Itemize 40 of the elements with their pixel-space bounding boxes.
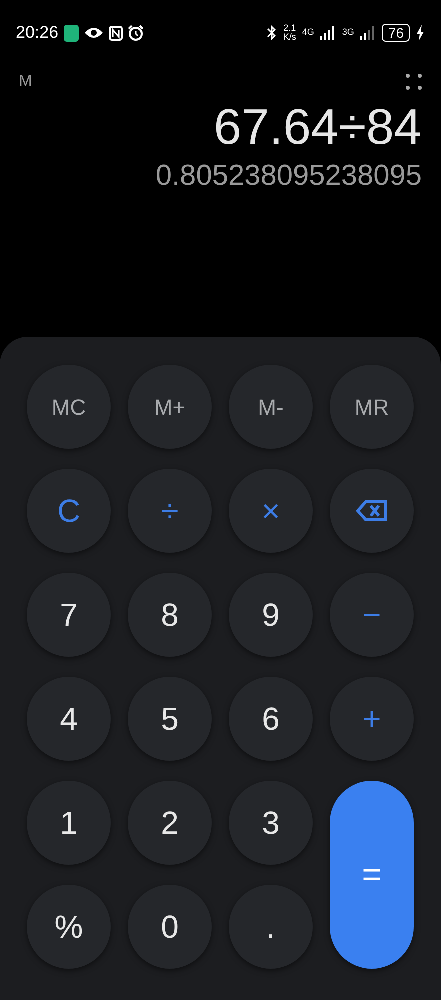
menu-icon[interactable] (406, 74, 422, 90)
equals-key[interactable]: = (330, 781, 414, 969)
signal-icon (320, 26, 336, 40)
memory-indicator: M (19, 72, 32, 92)
backspace-icon (356, 500, 388, 522)
operator-key[interactable]: + (330, 677, 414, 761)
result-display: 0.805238095238095 (156, 159, 422, 194)
digit-key[interactable]: 4 (27, 677, 111, 761)
memory-key[interactable]: M- (229, 365, 313, 449)
network-type: 3G (342, 26, 354, 39)
digit-key[interactable]: . (229, 885, 313, 969)
charging-icon (416, 25, 425, 41)
operator-key[interactable]: ÷ (128, 469, 212, 553)
battery-indicator: 76 (382, 24, 410, 42)
digit-key[interactable]: % (27, 885, 111, 969)
digit-key[interactable]: 1 (27, 781, 111, 865)
memory-key[interactable]: MC (27, 365, 111, 449)
operator-key[interactable]: − (330, 573, 414, 657)
digit-key[interactable]: 7 (27, 573, 111, 657)
operator-key[interactable]: × (229, 469, 313, 553)
nfc-icon (108, 26, 123, 40)
digit-key[interactable]: 8 (128, 573, 212, 657)
digit-key[interactable]: 3 (229, 781, 313, 865)
bluetooth-icon (267, 25, 278, 41)
operator-key[interactable]: C (27, 469, 111, 553)
network-speed: 2.1 (284, 24, 296, 33)
eye-icon (84, 26, 104, 40)
digit-key[interactable]: 9 (229, 573, 313, 657)
network-speed-unit: K/s (283, 33, 296, 42)
memory-key[interactable]: M+ (128, 365, 212, 449)
digit-key[interactable]: 2 (128, 781, 212, 865)
network-type: 4G (302, 26, 314, 39)
digit-key[interactable]: 5 (128, 677, 212, 761)
memory-key[interactable]: MR (330, 365, 414, 449)
expression-display: 67.64÷84 (214, 98, 422, 156)
digit-key[interactable]: 6 (229, 677, 313, 761)
alarm-icon (128, 25, 144, 41)
status-time: 20:26 (16, 22, 59, 44)
signal-icon (360, 26, 376, 40)
digit-key[interactable]: 0 (128, 885, 212, 969)
